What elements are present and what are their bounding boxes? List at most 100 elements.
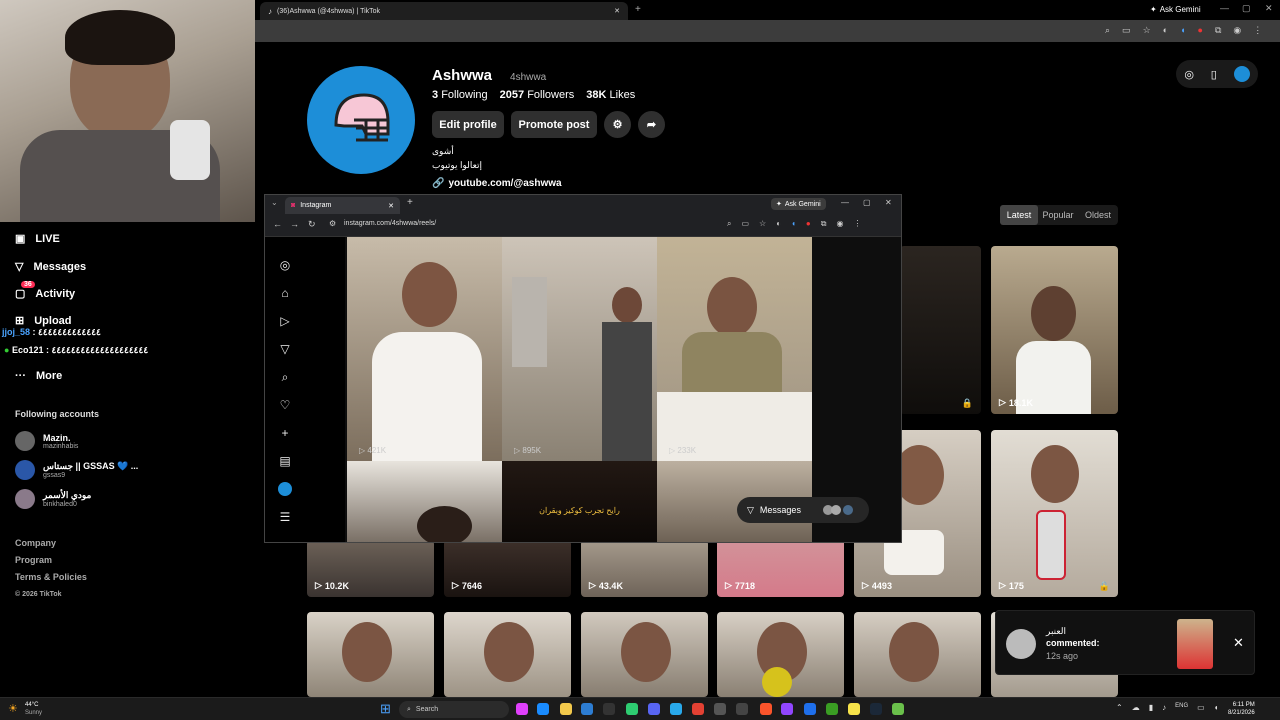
comment-notification[interactable]: العنبر commented: 12s ago ✕ — [995, 610, 1255, 675]
direct-icon[interactable]: ▽ — [278, 342, 292, 356]
extensions-icon[interactable]: ⧉ — [1215, 25, 1221, 36]
site-info-icon[interactable]: ⚙ — [329, 219, 336, 228]
close-window-icon[interactable]: ✕ — [1265, 3, 1273, 14]
taskbar-search[interactable]: ⌕ Search — [399, 701, 509, 718]
reel-tile[interactable]: ▷ 233K — [657, 237, 812, 461]
new-tab-icon[interactable]: + — [635, 4, 641, 15]
reels-icon[interactable]: ▷ — [278, 314, 292, 328]
audio-icon[interactable]: ◖ — [1180, 25, 1185, 36]
share-icon[interactable]: ➦ — [638, 111, 665, 138]
ig-profile-avatar-icon[interactable] — [278, 482, 292, 496]
ig-address-bar[interactable]: ← → ↻ ⚙ instagram.com/4shwwa/reels/ ⌕ ▭ ☆ ◐… — [265, 214, 901, 237]
menu-icon[interactable]: ⋮ — [1253, 25, 1262, 36]
heart-icon[interactable]: ♡ — [278, 398, 292, 412]
new-tab-icon[interactable]: + — [407, 197, 413, 208]
sidebar-item-more[interactable]: ··· More — [15, 370, 62, 382]
following-account[interactable]: جستاس || GSSAS 💙 ... gssas9 — [15, 460, 138, 480]
ig-url-text[interactable]: instagram.com/4shwwa/reels/ — [344, 220, 436, 227]
onedrive-icon[interactable]: ☁ — [1132, 703, 1140, 712]
video-tile[interactable] — [854, 612, 981, 697]
battery-icon[interactable]: ▮ — [1149, 703, 1153, 712]
network-icon[interactable]: ▭ — [1197, 703, 1205, 712]
chrome-icon[interactable] — [692, 703, 704, 715]
reel-tile[interactable]: ▷ 421K — [347, 237, 502, 461]
tab-search-icon[interactable]: ⌄ — [271, 198, 278, 207]
app-icon[interactable] — [826, 703, 838, 715]
profile-avatar[interactable] — [307, 66, 415, 174]
promote-post-button[interactable]: Promote post — [511, 111, 597, 138]
following-account[interactable]: Mazin. mazinhabis — [15, 431, 78, 451]
app-icon[interactable] — [603, 703, 615, 715]
browser-tab[interactable]: ♪ (36)Ashwwa (@4shwwa) | TikTok ✕ — [260, 2, 628, 20]
ig-ask-gemini-button[interactable]: ✦ Ask Gemini — [771, 198, 826, 210]
instagram-logo-icon[interactable]: ◎ — [278, 258, 292, 272]
phone-icon[interactable]: ▯ — [1211, 68, 1217, 81]
settings-icon[interactable]: ⚙ — [604, 111, 631, 138]
maximize-icon[interactable]: ▢ — [863, 198, 871, 207]
ig-tab[interactable]: ◙ Instagram ✕ — [285, 197, 400, 214]
video-tile[interactable] — [444, 612, 571, 697]
search-icon[interactable]: ⌕ — [278, 370, 292, 384]
reload-icon[interactable]: ↻ — [308, 219, 316, 230]
user-avatar-icon[interactable] — [1233, 66, 1250, 82]
mic-icon[interactable]: ♪ — [1162, 703, 1166, 712]
video-tile[interactable]: ▷ 18.1K — [991, 246, 1118, 414]
ask-gemini-button[interactable]: ✦ Ask Gemini — [1150, 5, 1201, 14]
edit-profile-button[interactable]: Edit profile — [432, 111, 504, 138]
footer-program[interactable]: Program — [15, 552, 87, 569]
discord-icon[interactable] — [648, 703, 660, 715]
sidebar-item-messages[interactable]: ▽ Messages — [15, 260, 86, 274]
reel-tile[interactable] — [347, 461, 502, 542]
incognito-icon[interactable]: ◐ — [1163, 25, 1168, 36]
app-icon[interactable] — [848, 703, 860, 715]
tray-chevron-icon[interactable]: ⌃ — [1116, 703, 1123, 712]
language-indicator[interactable]: ENG — [1175, 703, 1188, 712]
sort-tab-latest[interactable]: Latest — [1000, 205, 1038, 225]
sidebar-item-upload[interactable]: ⊞ Upload — [15, 314, 72, 328]
sort-tab-oldest[interactable]: Oldest — [1078, 205, 1118, 225]
insights-icon[interactable]: ▤ — [278, 454, 292, 468]
twitch-icon[interactable] — [781, 703, 793, 715]
profile-link[interactable]: 🔗 youtube.com/@ashwwa — [432, 178, 562, 189]
video-tile[interactable]: 🔒 — [900, 246, 981, 414]
brave-icon[interactable] — [760, 703, 772, 715]
clock[interactable]: 6:11 PM 8/21/2026 — [1228, 701, 1255, 717]
home-icon[interactable]: ⌂ — [278, 286, 292, 300]
following-account[interactable]: مودي الأسمر binkhaled0 — [15, 489, 91, 509]
telegram-icon[interactable] — [670, 703, 682, 715]
weather-widget[interactable]: 44°C Sunny — [25, 701, 42, 717]
create-icon[interactable]: + — [278, 426, 292, 440]
forward-icon[interactable]: → — [290, 219, 299, 229]
close-window-icon[interactable]: ✕ — [885, 198, 892, 207]
star-icon[interactable]: ☆ — [1143, 25, 1151, 36]
compass-icon[interactable]: ◎ — [1184, 68, 1194, 81]
minimize-icon[interactable]: — — [841, 198, 849, 207]
video-tile[interactable] — [307, 612, 434, 697]
video-tile[interactable]: ▷ 7646 — [444, 540, 571, 597]
app-icon[interactable] — [736, 703, 748, 715]
address-bar[interactable]: ⌕ ▭ ☆ ◐ ◖ ● ⧉ ◉ ⋮ — [255, 20, 1280, 42]
sidebar-item-live[interactable]: ▣ LIVE — [15, 232, 60, 246]
close-tab-icon[interactable]: ✕ — [388, 202, 394, 210]
followers-stat[interactable]: 2057 Followers — [500, 89, 575, 101]
video-tile[interactable] — [717, 612, 844, 697]
ig-messages-button[interactable]: ▽ Messages — [737, 497, 869, 523]
windows-start-icon[interactable]: ⊞ — [380, 701, 391, 717]
sidebar-item-activity[interactable]: ▢ 36 Activity — [15, 281, 75, 300]
app-icon[interactable] — [516, 703, 528, 715]
volume-icon[interactable]: ◖ — [1214, 703, 1219, 712]
app-icon[interactable] — [581, 703, 593, 715]
edge-icon[interactable] — [537, 703, 549, 715]
app-icon[interactable] — [626, 703, 638, 715]
app-icon[interactable] — [714, 703, 726, 715]
video-tile[interactable]: ▷ 10.2K — [307, 540, 434, 597]
profile-icon[interactable]: ◉ — [1233, 25, 1241, 36]
zoom-icon[interactable]: ⌕ — [1105, 25, 1110, 36]
steam-icon[interactable] — [870, 703, 882, 715]
app-icon[interactable] — [804, 703, 816, 715]
cast-icon[interactable]: ▭ — [1122, 25, 1131, 36]
video-tile[interactable] — [581, 612, 708, 697]
sort-tab-popular[interactable]: Popular — [1038, 205, 1078, 225]
file-explorer-icon[interactable] — [560, 703, 572, 715]
video-tile[interactable]: ▷ 43.4K — [581, 540, 708, 597]
